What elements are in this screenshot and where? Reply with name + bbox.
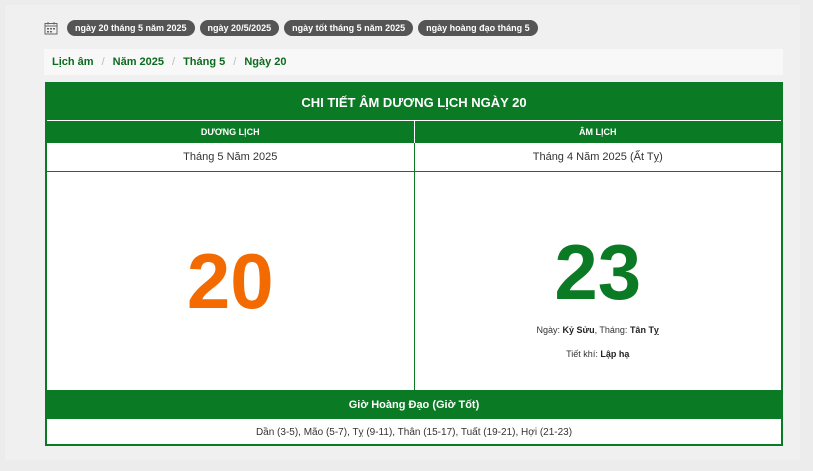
breadcrumb-lunar-calendar[interactable]: Lịch âm	[52, 56, 94, 68]
good-hours-header: Giờ Hoàng Đạo (Giờ Tốt)	[47, 391, 781, 419]
solar-day-number: 20	[186, 237, 274, 325]
calendar-icon	[44, 21, 58, 35]
tag-good-day-month[interactable]: ngày tốt tháng 5 năm 2025	[284, 20, 414, 36]
month-value: Tân Tỵ	[629, 325, 659, 335]
tag-row: ngày 20 tháng 5 năm 2025 ngày 20/5/2025 …	[44, 20, 538, 36]
tag-date-short[interactable]: ngày 20/5/2025	[199, 20, 280, 36]
good-hours-list: Dần (3-5), Mão (5-7), Tỵ (9-11), Thân (1…	[255, 427, 573, 438]
month-row: Tháng 5 Năm 2025 Tháng 4 Năm 2025 (Ất Tỵ…	[47, 143, 781, 172]
lunar-day-cell: 23 Ngày: Kỷ Sửu, Tháng: Tân Tỵ Tiết khí:…	[413, 172, 782, 390]
breadcrumb-month[interactable]: Tháng 5	[183, 56, 225, 68]
month-label: , Tháng:	[594, 325, 630, 335]
lunar-month: Tháng 4 Năm 2025 (Ất Tỵ)	[413, 143, 782, 171]
breadcrumb-year[interactable]: Năm 2025	[113, 56, 164, 68]
column-headers: DƯƠNG LỊCH ÂM LỊCH	[47, 120, 781, 143]
breadcrumb: Lịch âm / Năm 2025 / Tháng 5 / Ngày 20	[44, 49, 783, 75]
lunar-day-info: Ngày: Kỷ Sửu, Tháng: Tân Tỵ	[537, 325, 659, 335]
solar-header: DƯƠNG LỊCH	[47, 121, 414, 143]
breadcrumb-day[interactable]: Ngày 20	[244, 56, 286, 68]
tag-date-full[interactable]: ngày 20 tháng 5 năm 2025	[67, 20, 195, 36]
solar-month: Tháng 5 Năm 2025	[183, 151, 278, 163]
day-value: Kỷ Sửu	[562, 325, 595, 335]
term-value: Lập hạ	[600, 349, 630, 359]
panel-title: CHI TIẾT ÂM DƯƠNG LỊCH NGÀY 20	[47, 84, 781, 120]
page: ngày 20 tháng 5 năm 2025 ngày 20/5/2025 …	[5, 5, 800, 460]
breadcrumb-separator: /	[233, 56, 237, 68]
tag-auspicious-days[interactable]: ngày hoàng đạo tháng 5	[418, 20, 538, 36]
day-row: 20 23 Ngày: Kỷ Sửu, Tháng: Tân Tỵ Tiết k…	[47, 172, 781, 391]
breadcrumb-separator: /	[172, 56, 176, 68]
solar-term-info: Tiết khí: Lập hạ	[566, 349, 629, 359]
lunar-day-number: 23	[554, 228, 642, 316]
lunar-header: ÂM LỊCH	[413, 121, 781, 143]
breadcrumb-separator: /	[101, 56, 105, 68]
calendar-detail-panel: CHI TIẾT ÂM DƯƠNG LỊCH NGÀY 20 DƯƠNG LỊC…	[45, 82, 783, 446]
term-label: Tiết khí:	[566, 349, 601, 359]
day-label: Ngày:	[536, 325, 563, 335]
solar-day-cell: 20	[47, 172, 414, 390]
